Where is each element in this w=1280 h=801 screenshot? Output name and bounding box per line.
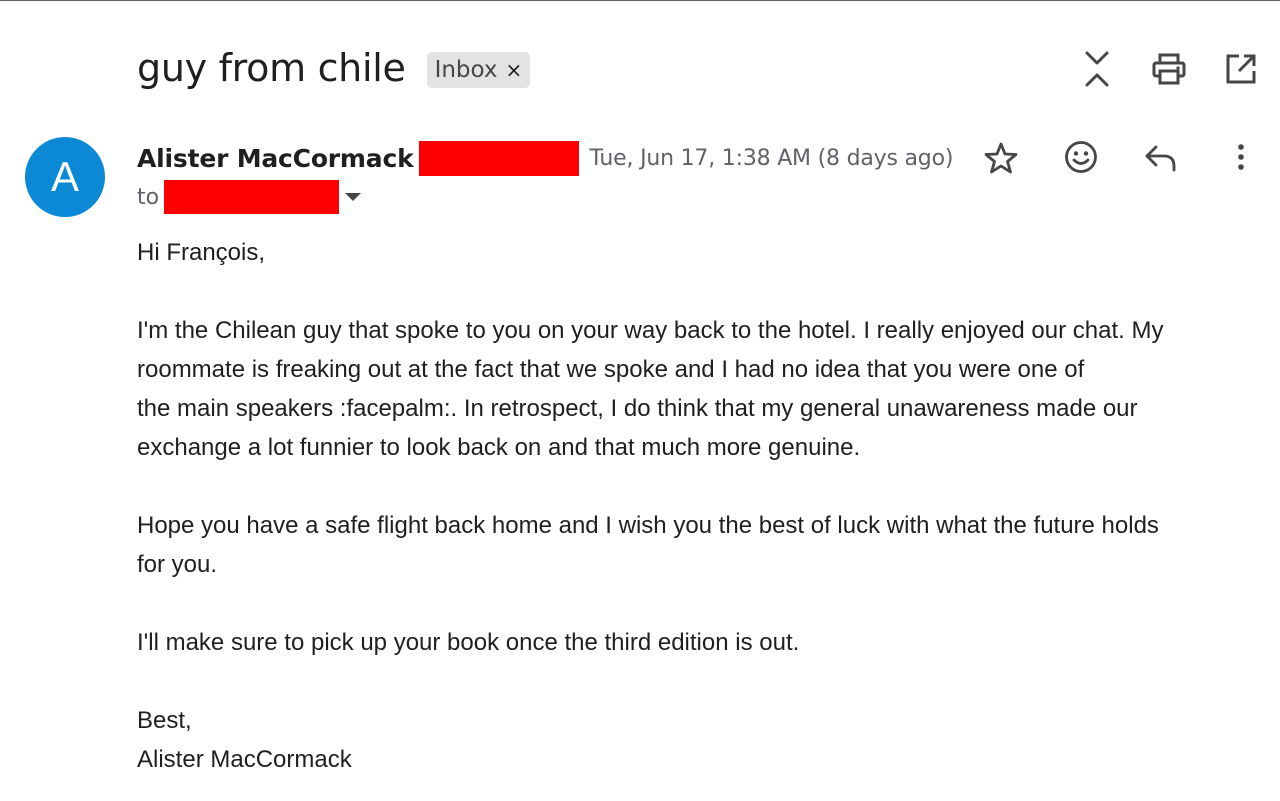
window-top-border <box>0 0 1280 1</box>
sender-name[interactable]: Alister MacCormack <box>137 144 414 173</box>
collapse-all-button[interactable] <box>1077 49 1117 89</box>
email-subject: guy from chile <box>137 46 406 90</box>
sender-row: Alister MacCormack Tue, Jun 17, 1:38 AM … <box>137 140 953 176</box>
body-line: I'm the Chilean guy that spoke to you on… <box>137 317 1164 344</box>
body-line: roommate is freaking out at the fact tha… <box>137 356 1085 383</box>
redacted-sender-email <box>418 140 579 176</box>
label-chip-text: Inbox <box>434 57 498 83</box>
add-reaction-button[interactable] <box>1061 137 1101 177</box>
sender-avatar[interactable]: A <box>25 137 105 217</box>
reply-button[interactable] <box>1141 138 1181 178</box>
collapse-all-icon <box>1085 51 1109 87</box>
email-body: Hi François, I'm the Chilean guy that sp… <box>137 233 1262 779</box>
print-button[interactable] <box>1149 49 1189 89</box>
body-line: the main speakers :facepalm:. In retrosp… <box>137 395 1138 422</box>
redacted-recipient <box>164 180 340 214</box>
greeting: Hi François, <box>137 239 266 266</box>
emoji-reaction-icon <box>1065 141 1097 173</box>
print-icon <box>1152 53 1186 85</box>
closing: Best, <box>137 707 192 734</box>
inbox-label-chip[interactable]: Inbox × <box>426 52 531 88</box>
open-in-new-window-icon <box>1226 54 1256 84</box>
signature: Alister MacCormack <box>137 746 352 773</box>
body-line: Hope you have a safe flight back home an… <box>137 512 1159 539</box>
show-details-caret-icon[interactable] <box>345 193 362 201</box>
open-in-new-window-button[interactable] <box>1221 49 1261 89</box>
body-line: I'll make sure to pick up your book once… <box>137 629 800 656</box>
star-button[interactable] <box>981 138 1021 178</box>
reply-icon <box>1145 145 1176 172</box>
star-icon <box>984 142 1018 174</box>
subject-row: guy from chile Inbox × <box>137 42 531 98</box>
remove-label-button[interactable]: × <box>506 58 523 82</box>
email-timestamp: Tue, Jun 17, 1:38 AM (8 days ago) <box>589 145 954 171</box>
more-options-button[interactable] <box>1221 137 1261 177</box>
body-line: exchange a lot funnier to look back on a… <box>137 434 861 461</box>
body-line: for you. <box>137 551 218 578</box>
more-vert-icon <box>1238 144 1244 170</box>
to-label: to <box>137 184 160 210</box>
recipients-row: to <box>137 180 362 214</box>
